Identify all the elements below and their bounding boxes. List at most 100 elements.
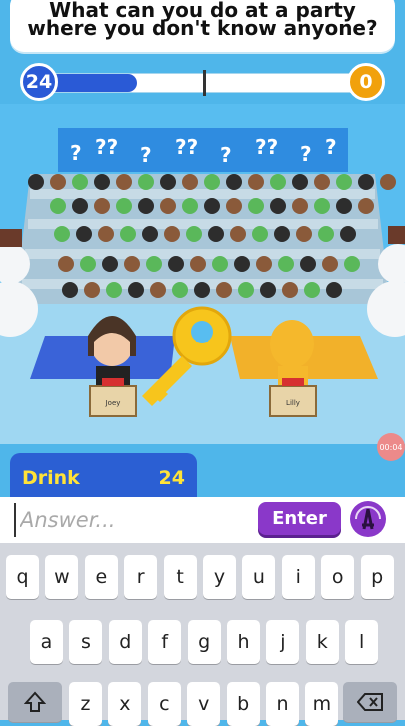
key-c[interactable]: c — [147, 682, 181, 726]
key-v[interactable]: v — [187, 682, 221, 726]
key-f[interactable]: f — [148, 620, 182, 664]
spectator — [344, 256, 360, 272]
spectator — [164, 226, 180, 242]
spectator — [314, 174, 330, 190]
spectator — [248, 174, 264, 190]
blue-team-score: 24 — [20, 63, 58, 101]
svg-text:?: ? — [140, 143, 152, 167]
spectator — [80, 256, 96, 272]
spectator — [28, 174, 44, 190]
spectator — [226, 174, 242, 190]
spectator — [58, 256, 74, 272]
key-u[interactable]: u — [242, 555, 276, 599]
spectator — [292, 174, 308, 190]
spectator — [326, 282, 342, 298]
key-l[interactable]: l — [345, 620, 379, 664]
spectator — [150, 282, 166, 298]
spectator — [292, 198, 308, 214]
timer-badge: 00:04 — [377, 433, 405, 461]
spectator — [282, 282, 298, 298]
spectator — [116, 198, 132, 214]
enter-button[interactable]: Enter — [258, 502, 341, 535]
key-m[interactable]: m — [305, 682, 339, 726]
progress-midline — [202, 70, 206, 96]
key-z[interactable]: z — [69, 682, 102, 726]
orange-team-score: 0 — [347, 63, 385, 101]
player-right-name: Lilly — [286, 399, 300, 407]
spectator — [76, 226, 92, 242]
spectator — [234, 256, 250, 272]
svg-text:??: ?? — [95, 135, 118, 159]
backspace-key[interactable] — [343, 682, 397, 722]
hint-button[interactable] — [350, 501, 386, 537]
key-b[interactable]: b — [226, 682, 260, 726]
spectator — [270, 174, 286, 190]
key-r[interactable]: r — [124, 555, 158, 599]
key-t[interactable]: t — [163, 555, 197, 599]
key-k[interactable]: k — [305, 620, 339, 664]
arena-illustration: ???? ????? ?? Joey Lilly — [0, 104, 405, 444]
spectator — [340, 226, 356, 242]
word-label: Drink — [22, 467, 80, 489]
spectator — [204, 198, 220, 214]
spectator — [172, 282, 188, 298]
spectator — [62, 282, 78, 298]
spectator — [190, 256, 206, 272]
spectator — [116, 174, 132, 190]
key-x[interactable]: x — [108, 682, 142, 726]
backspace-icon — [357, 693, 383, 711]
spectator — [182, 174, 198, 190]
key-q[interactable]: q — [6, 555, 39, 599]
spectator — [314, 198, 330, 214]
spectator — [336, 198, 352, 214]
svg-text:??: ?? — [175, 135, 198, 159]
key-s[interactable]: s — [69, 620, 103, 664]
spectator — [208, 226, 224, 242]
spectator — [106, 282, 122, 298]
spectator — [300, 256, 316, 272]
svg-text:?: ? — [70, 141, 82, 165]
spectator — [304, 282, 320, 298]
spectator — [146, 256, 162, 272]
key-g[interactable]: g — [187, 620, 221, 664]
spectator — [94, 198, 110, 214]
spectator — [380, 174, 396, 190]
on-screen-keyboard: qwertyuiop asdfghjkl zxcvbnm — [0, 543, 405, 726]
question-line-2: where you don't know anyone? — [27, 16, 378, 40]
answer-row: Enter — [0, 497, 405, 543]
spectator — [142, 226, 158, 242]
spectator — [160, 198, 176, 214]
spectator — [248, 198, 264, 214]
spectator — [230, 226, 246, 242]
spectator — [186, 226, 202, 242]
key-y[interactable]: y — [203, 555, 236, 599]
key-w[interactable]: w — [45, 555, 79, 599]
spectator — [98, 226, 114, 242]
spectator — [72, 198, 88, 214]
spectator — [270, 198, 286, 214]
key-o[interactable]: o — [321, 555, 355, 599]
key-n[interactable]: n — [266, 682, 299, 726]
spectator — [168, 256, 184, 272]
key-i[interactable]: i — [281, 555, 315, 599]
spectator — [138, 174, 154, 190]
shift-key[interactable] — [8, 682, 62, 722]
key-h[interactable]: h — [227, 620, 260, 664]
spectator — [50, 174, 66, 190]
spectator — [138, 198, 154, 214]
svg-text:?: ? — [325, 135, 337, 159]
spectator — [358, 174, 374, 190]
spectator — [260, 282, 276, 298]
answer-input[interactable] — [14, 503, 260, 537]
svg-text:?: ? — [220, 143, 232, 167]
key-j[interactable]: j — [266, 620, 300, 664]
spectator — [124, 256, 140, 272]
score-bar: 24 0 — [20, 63, 385, 101]
spectator — [216, 282, 232, 298]
key-e[interactable]: e — [84, 555, 118, 599]
spectator — [226, 198, 242, 214]
key-p[interactable]: p — [360, 555, 394, 599]
key-a[interactable]: a — [30, 620, 63, 664]
spectator — [54, 226, 70, 242]
key-d[interactable]: d — [108, 620, 142, 664]
